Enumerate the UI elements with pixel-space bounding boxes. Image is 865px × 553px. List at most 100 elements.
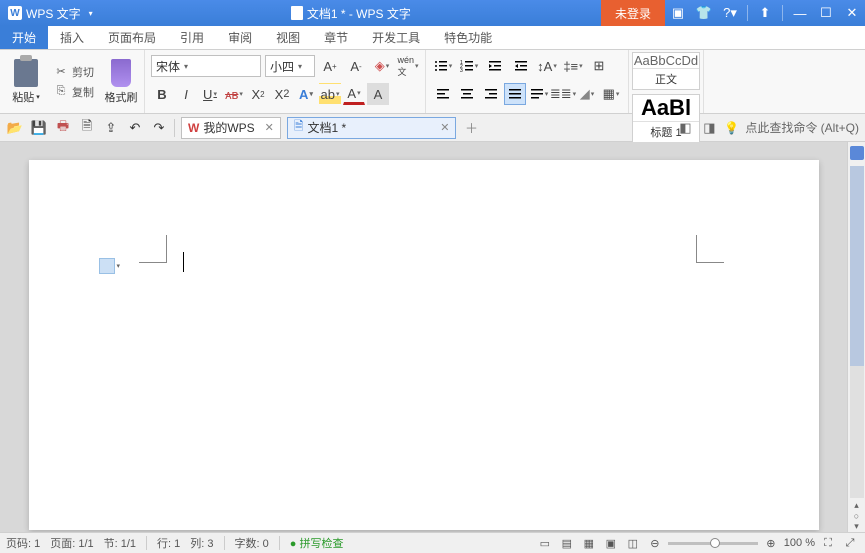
bullets-button[interactable] <box>432 55 454 77</box>
indent-inc-button[interactable] <box>510 55 532 77</box>
window-title: 文档1 * - WPS 文字 <box>101 5 601 22</box>
close-button[interactable]: ✕ <box>839 0 865 26</box>
show-marks-button[interactable]: ⊞ <box>588 55 610 77</box>
italic-button[interactable]: I <box>175 83 197 105</box>
tab-chapter[interactable]: 章节 <box>312 26 360 49</box>
bold-button[interactable]: B <box>151 83 173 105</box>
quick-access-bar: 📂 💾 🖶 🗎 ⇪ ↶ ↷ W 我的WPS ✕ 🗎 文档1 * ✕ ＋ ◧ ◨ … <box>0 114 865 142</box>
font-shrink-button[interactable]: A- <box>345 55 367 77</box>
char-shading-button[interactable]: A <box>367 83 389 105</box>
scroll-up-icon[interactable]: ▴ <box>854 500 859 511</box>
print-icon[interactable]: 🖶 <box>54 119 72 137</box>
title-bar: W WPS 文字 ▾ 文档1 * - WPS 文字 未登录 ▣ 👕 ?▾ ⬆ —… <box>0 0 865 26</box>
brush-icon <box>111 59 131 87</box>
save-icon[interactable]: 💾 <box>30 119 48 137</box>
clipboard-icon <box>14 59 38 87</box>
underline-button[interactable]: U <box>199 83 221 105</box>
tab-insert[interactable]: 插入 <box>48 26 96 49</box>
close-tab-icon[interactable]: ✕ <box>440 121 449 134</box>
align-right-button[interactable] <box>480 83 502 105</box>
text-effects-button[interactable]: A <box>295 83 317 105</box>
skin-icon[interactable]: ▣ <box>665 0 691 26</box>
status-bar: 页码: 1 页面: 1/1 节: 1/1 行: 1 列: 3 字数: 0 ● 拼… <box>0 532 865 553</box>
document-title-label: 文档1 * - WPS 文字 <box>307 5 411 22</box>
style-normal[interactable]: AaBbCcDd 正文 <box>632 52 700 90</box>
redo-icon[interactable]: ↷ <box>150 119 168 137</box>
subscript-button[interactable]: X2 <box>271 83 293 105</box>
tab-mywps[interactable]: W 我的WPS ✕ <box>181 117 281 139</box>
tab-feature[interactable]: 特色功能 <box>432 26 504 49</box>
app-name-label: WPS 文字 <box>26 5 81 22</box>
strike-button[interactable]: ᴀʙ <box>223 83 245 105</box>
print-preview-icon[interactable]: 🗎 <box>78 119 96 137</box>
text-cursor <box>183 252 184 272</box>
zoom-level[interactable]: 100 % <box>784 537 815 549</box>
align-justify-button[interactable] <box>504 83 526 105</box>
app-menu[interactable]: W WPS 文字 ▾ <box>0 5 101 22</box>
page-options-icon[interactable] <box>99 258 115 274</box>
line-spacing-button[interactable]: ‡≡ <box>562 55 584 77</box>
undo-icon[interactable]: ↶ <box>126 119 144 137</box>
open-icon[interactable]: 📂 <box>6 119 24 137</box>
highlight-button[interactable]: ab <box>319 83 341 105</box>
login-button[interactable]: 未登录 <box>601 0 665 26</box>
columns-button[interactable]: ≣≣ <box>552 83 574 105</box>
chevron-down-icon: ▾ <box>117 262 121 270</box>
scroll-down-icon[interactable]: ▾ <box>854 521 859 532</box>
document-page[interactable]: ▾ <box>29 160 819 530</box>
minimize-button[interactable]: — <box>787 0 813 26</box>
workspace: ▾ ▴ ○ ▾ <box>0 142 865 532</box>
format-brush-button[interactable]: 格式刷 <box>104 59 138 105</box>
tab-ref[interactable]: 引用 <box>168 26 216 49</box>
vertical-scrollbar[interactable] <box>850 166 864 498</box>
scissors-icon: ✂ <box>54 65 68 79</box>
copy-button[interactable]: ⎘复制 <box>50 82 98 102</box>
font-name-select[interactable]: 宋体▾ <box>151 55 261 77</box>
font-size-select[interactable]: 小四▾ <box>265 55 315 77</box>
align-center-button[interactable] <box>456 83 478 105</box>
shirt-icon[interactable]: 👕 <box>691 0 717 26</box>
nav-icon[interactable]: ◧ <box>676 119 694 137</box>
maximize-button[interactable]: ☐ <box>813 0 839 26</box>
share-icon[interactable]: ⬆ <box>752 0 778 26</box>
close-tab-icon[interactable]: ✕ <box>265 121 274 134</box>
shading-button[interactable]: ◢ <box>576 83 598 105</box>
task-icon[interactable]: ◨ <box>700 119 718 137</box>
text-direction-button[interactable]: ↕A <box>536 55 558 77</box>
align-distribute-button[interactable] <box>528 83 550 105</box>
tab-layout[interactable]: 页面布局 <box>96 26 168 49</box>
panel-toggle-icon[interactable] <box>850 146 864 160</box>
export-pdf-icon[interactable]: ⇪ <box>102 119 120 137</box>
align-left-button[interactable] <box>432 83 454 105</box>
tab-review[interactable]: 审阅 <box>216 26 264 49</box>
font-color-button[interactable]: A <box>343 83 365 105</box>
app-logo-icon: W <box>8 6 22 20</box>
new-tab-icon[interactable]: ＋ <box>462 119 480 137</box>
superscript-button[interactable]: X2 <box>247 83 269 105</box>
tab-start[interactable]: 开始 <box>0 26 48 49</box>
chevron-down-icon: ▾ <box>89 9 93 18</box>
help-icon[interactable]: ?▾ <box>717 0 743 26</box>
search-hint[interactable]: 点此查找命令 (Alt+Q) <box>745 119 859 136</box>
side-panel: ▴ ○ ▾ <box>847 142 865 532</box>
menu-bar: 开始 插入 页面布局 引用 审阅 视图 章节 开发工具 特色功能 <box>0 26 865 50</box>
bulb-icon: 💡 <box>724 121 739 135</box>
ribbon: 粘贴▾ ✂剪切 ⎘复制 格式刷 宋体▾ 小四▾ A+ A- ◈ wén文 B I… <box>0 50 865 114</box>
font-grow-button[interactable]: A+ <box>319 55 341 77</box>
tab-doc1[interactable]: 🗎 文档1 * ✕ <box>287 117 457 139</box>
numbering-button[interactable]: 123 <box>458 55 480 77</box>
cut-button[interactable]: ✂剪切 <box>50 62 98 82</box>
svg-text:3: 3 <box>460 68 463 73</box>
paste-button[interactable]: 粘贴▾ <box>6 59 46 105</box>
wps-logo-icon: W <box>188 121 199 135</box>
clear-format-button[interactable]: ◈ <box>371 55 393 77</box>
margin-corner-icon <box>139 235 167 263</box>
borders-button[interactable]: ▦ <box>600 83 622 105</box>
tab-view[interactable]: 视图 <box>264 26 312 49</box>
phonetic-button[interactable]: wén文 <box>397 55 419 77</box>
scroll-mid-icon[interactable]: ○ <box>854 511 859 521</box>
zoom-slider[interactable] <box>668 542 758 545</box>
tab-dev[interactable]: 开发工具 <box>360 26 432 49</box>
document-icon: 🗎 <box>294 117 304 138</box>
indent-dec-button[interactable] <box>484 55 506 77</box>
